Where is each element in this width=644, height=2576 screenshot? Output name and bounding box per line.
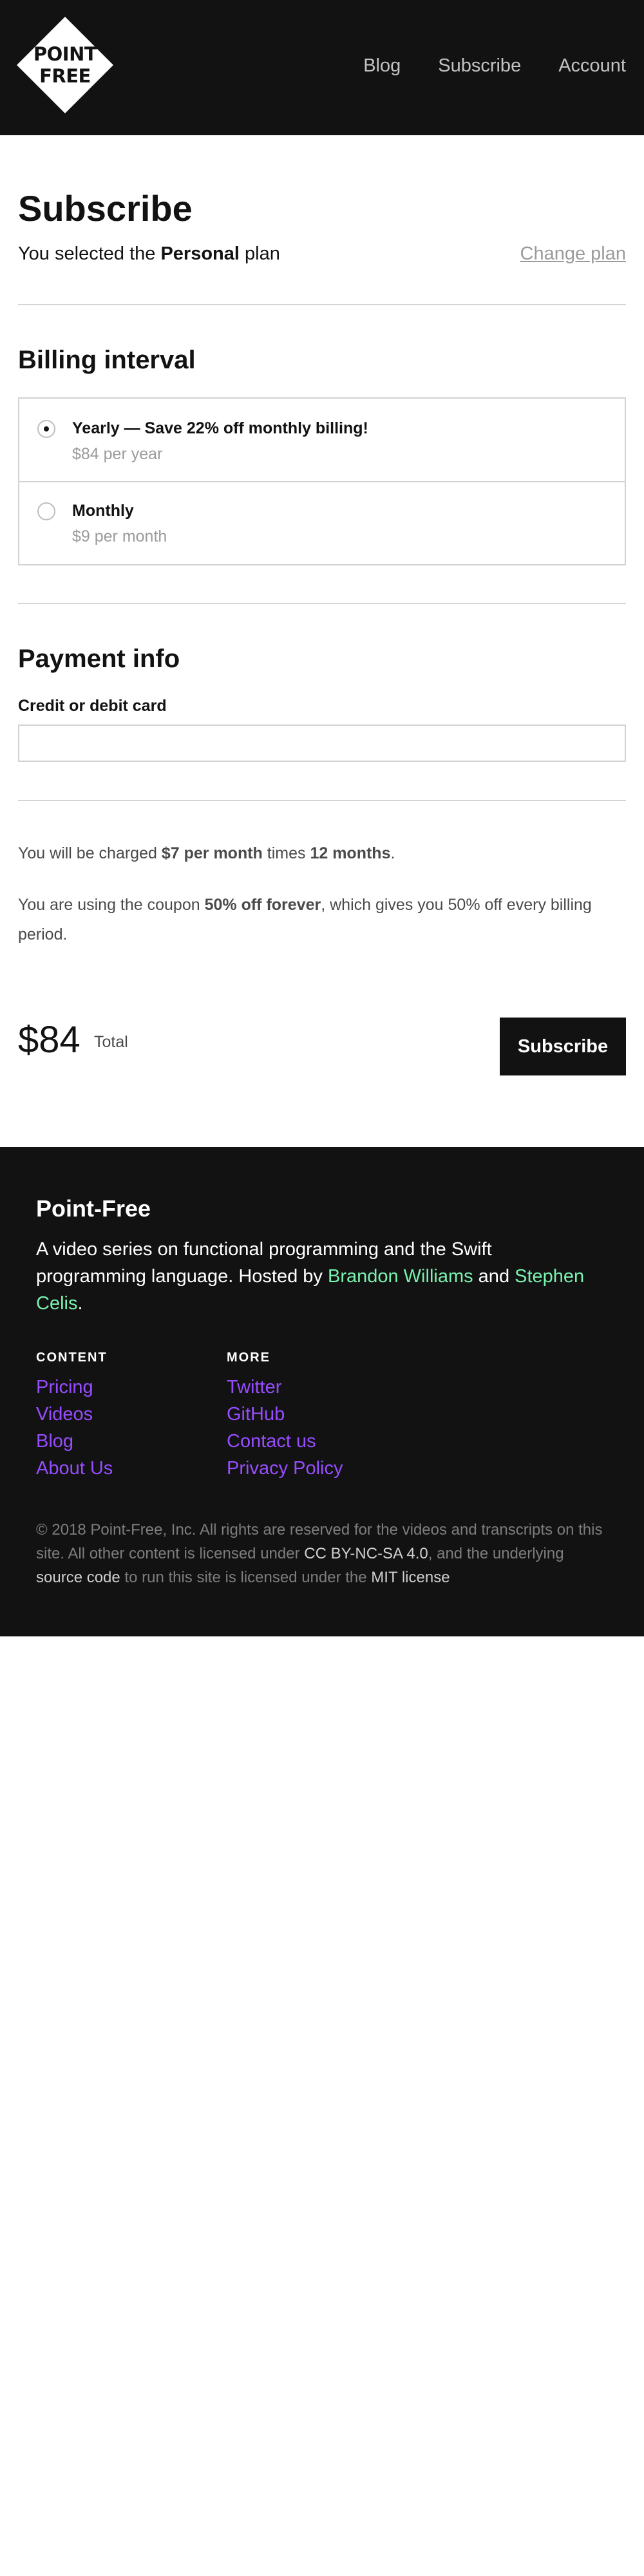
footer-blog-link[interactable]: Blog (36, 1428, 113, 1455)
plan-name: Personal (160, 243, 240, 264)
footer-content-column: CONTENT Pricing Videos Blog About Us (36, 1349, 113, 1482)
logo-line-1: POINT (33, 43, 97, 65)
footer-pricing-link[interactable]: Pricing (36, 1374, 113, 1401)
yearly-option-label: Yearly — Save 22% off monthly billing! (72, 419, 368, 437)
source-code-link[interactable]: source code (36, 1569, 120, 1586)
footer-privacy-link[interactable]: Privacy Policy (227, 1455, 343, 1482)
charge-prefix: You will be charged (18, 844, 162, 862)
card-input[interactable] (18, 724, 626, 762)
legal-text-2: , and the underlying (428, 1545, 564, 1562)
divider (18, 304, 626, 305)
host-brandon-link[interactable]: Brandon Williams (328, 1266, 473, 1287)
footer-content-heading: CONTENT (36, 1350, 108, 1365)
coupon-summary: You are using the coupon 50% off forever… (18, 890, 626, 949)
footer-desc-and: and (473, 1266, 515, 1287)
nav-blog-link[interactable]: Blog (363, 55, 401, 77)
charge-duration: 12 months (310, 844, 391, 862)
footer-videos-link[interactable]: Videos (36, 1401, 113, 1428)
mit-license-link[interactable]: MIT license (371, 1569, 450, 1586)
plan-prefix: You selected the (18, 243, 161, 264)
site-header: POINT FREE Blog Subscribe Account (0, 0, 644, 135)
main-nav: Blog Subscribe Account (363, 55, 626, 77)
footer-twitter-link[interactable]: Twitter (227, 1374, 343, 1401)
billing-options: Yearly — Save 22% off monthly billing! $… (18, 397, 626, 565)
billing-option-yearly[interactable]: Yearly — Save 22% off monthly billing! $… (19, 399, 625, 481)
footer-description: A video series on functional programming… (36, 1236, 590, 1317)
yearly-option-price: $84 per year (72, 445, 163, 463)
site-footer: Point-Free A video series on functional … (0, 1147, 644, 1636)
monthly-option-price: $9 per month (72, 527, 167, 545)
nav-account-link[interactable]: Account (558, 55, 626, 77)
card-field-label: Credit or debit card (18, 697, 167, 715)
monthly-radio[interactable] (37, 502, 55, 520)
billing-interval-heading: Billing interval (18, 346, 196, 374)
footer-title: Point-Free (36, 1195, 151, 1222)
logo-line-2: FREE (39, 65, 91, 87)
page-title: Subscribe (18, 188, 193, 229)
coupon-name: 50% off forever (204, 896, 321, 914)
footer-legal: © 2018 Point-Free, Inc. All rights are r… (36, 1518, 603, 1589)
charge-amount: $7 per month (161, 844, 263, 862)
coupon-prefix: You are using the coupon (18, 896, 205, 914)
selected-plan-text: You selected the Personal plan (18, 242, 280, 265)
charge-summary: You will be charged $7 per month times 1… (18, 838, 626, 868)
total-label: Total (94, 1033, 128, 1051)
footer-contact-link[interactable]: Contact us (227, 1428, 343, 1455)
monthly-option-label: Monthly (72, 502, 134, 520)
footer-desc-end: . (77, 1293, 83, 1314)
logo-text: POINT FREE (17, 43, 113, 87)
billing-option-monthly[interactable]: Monthly $9 per month (19, 481, 625, 564)
footer-about-link[interactable]: About Us (36, 1455, 113, 1482)
charge-suffix: . (390, 844, 395, 862)
footer-more-column: MORE Twitter GitHub Contact us Privacy P… (227, 1349, 343, 1482)
divider (18, 603, 626, 604)
plan-suffix: plan (239, 243, 280, 264)
charge-middle: times (262, 844, 310, 862)
yearly-radio[interactable] (37, 420, 55, 438)
license-cc-link[interactable]: CC BY-NC-SA 4.0 (304, 1545, 428, 1562)
total-amount: $84 (18, 1019, 80, 1061)
nav-subscribe-link[interactable]: Subscribe (438, 55, 521, 77)
footer-github-link[interactable]: GitHub (227, 1401, 343, 1428)
payment-info-heading: Payment info (18, 645, 180, 673)
point-free-logo[interactable]: POINT FREE (17, 17, 113, 113)
change-plan-link[interactable]: Change plan (520, 242, 626, 265)
divider (18, 800, 626, 801)
subscribe-button[interactable]: Subscribe (500, 1018, 626, 1075)
footer-more-heading: MORE (227, 1350, 270, 1365)
legal-text-3: to run this site is licensed under the (120, 1569, 372, 1586)
